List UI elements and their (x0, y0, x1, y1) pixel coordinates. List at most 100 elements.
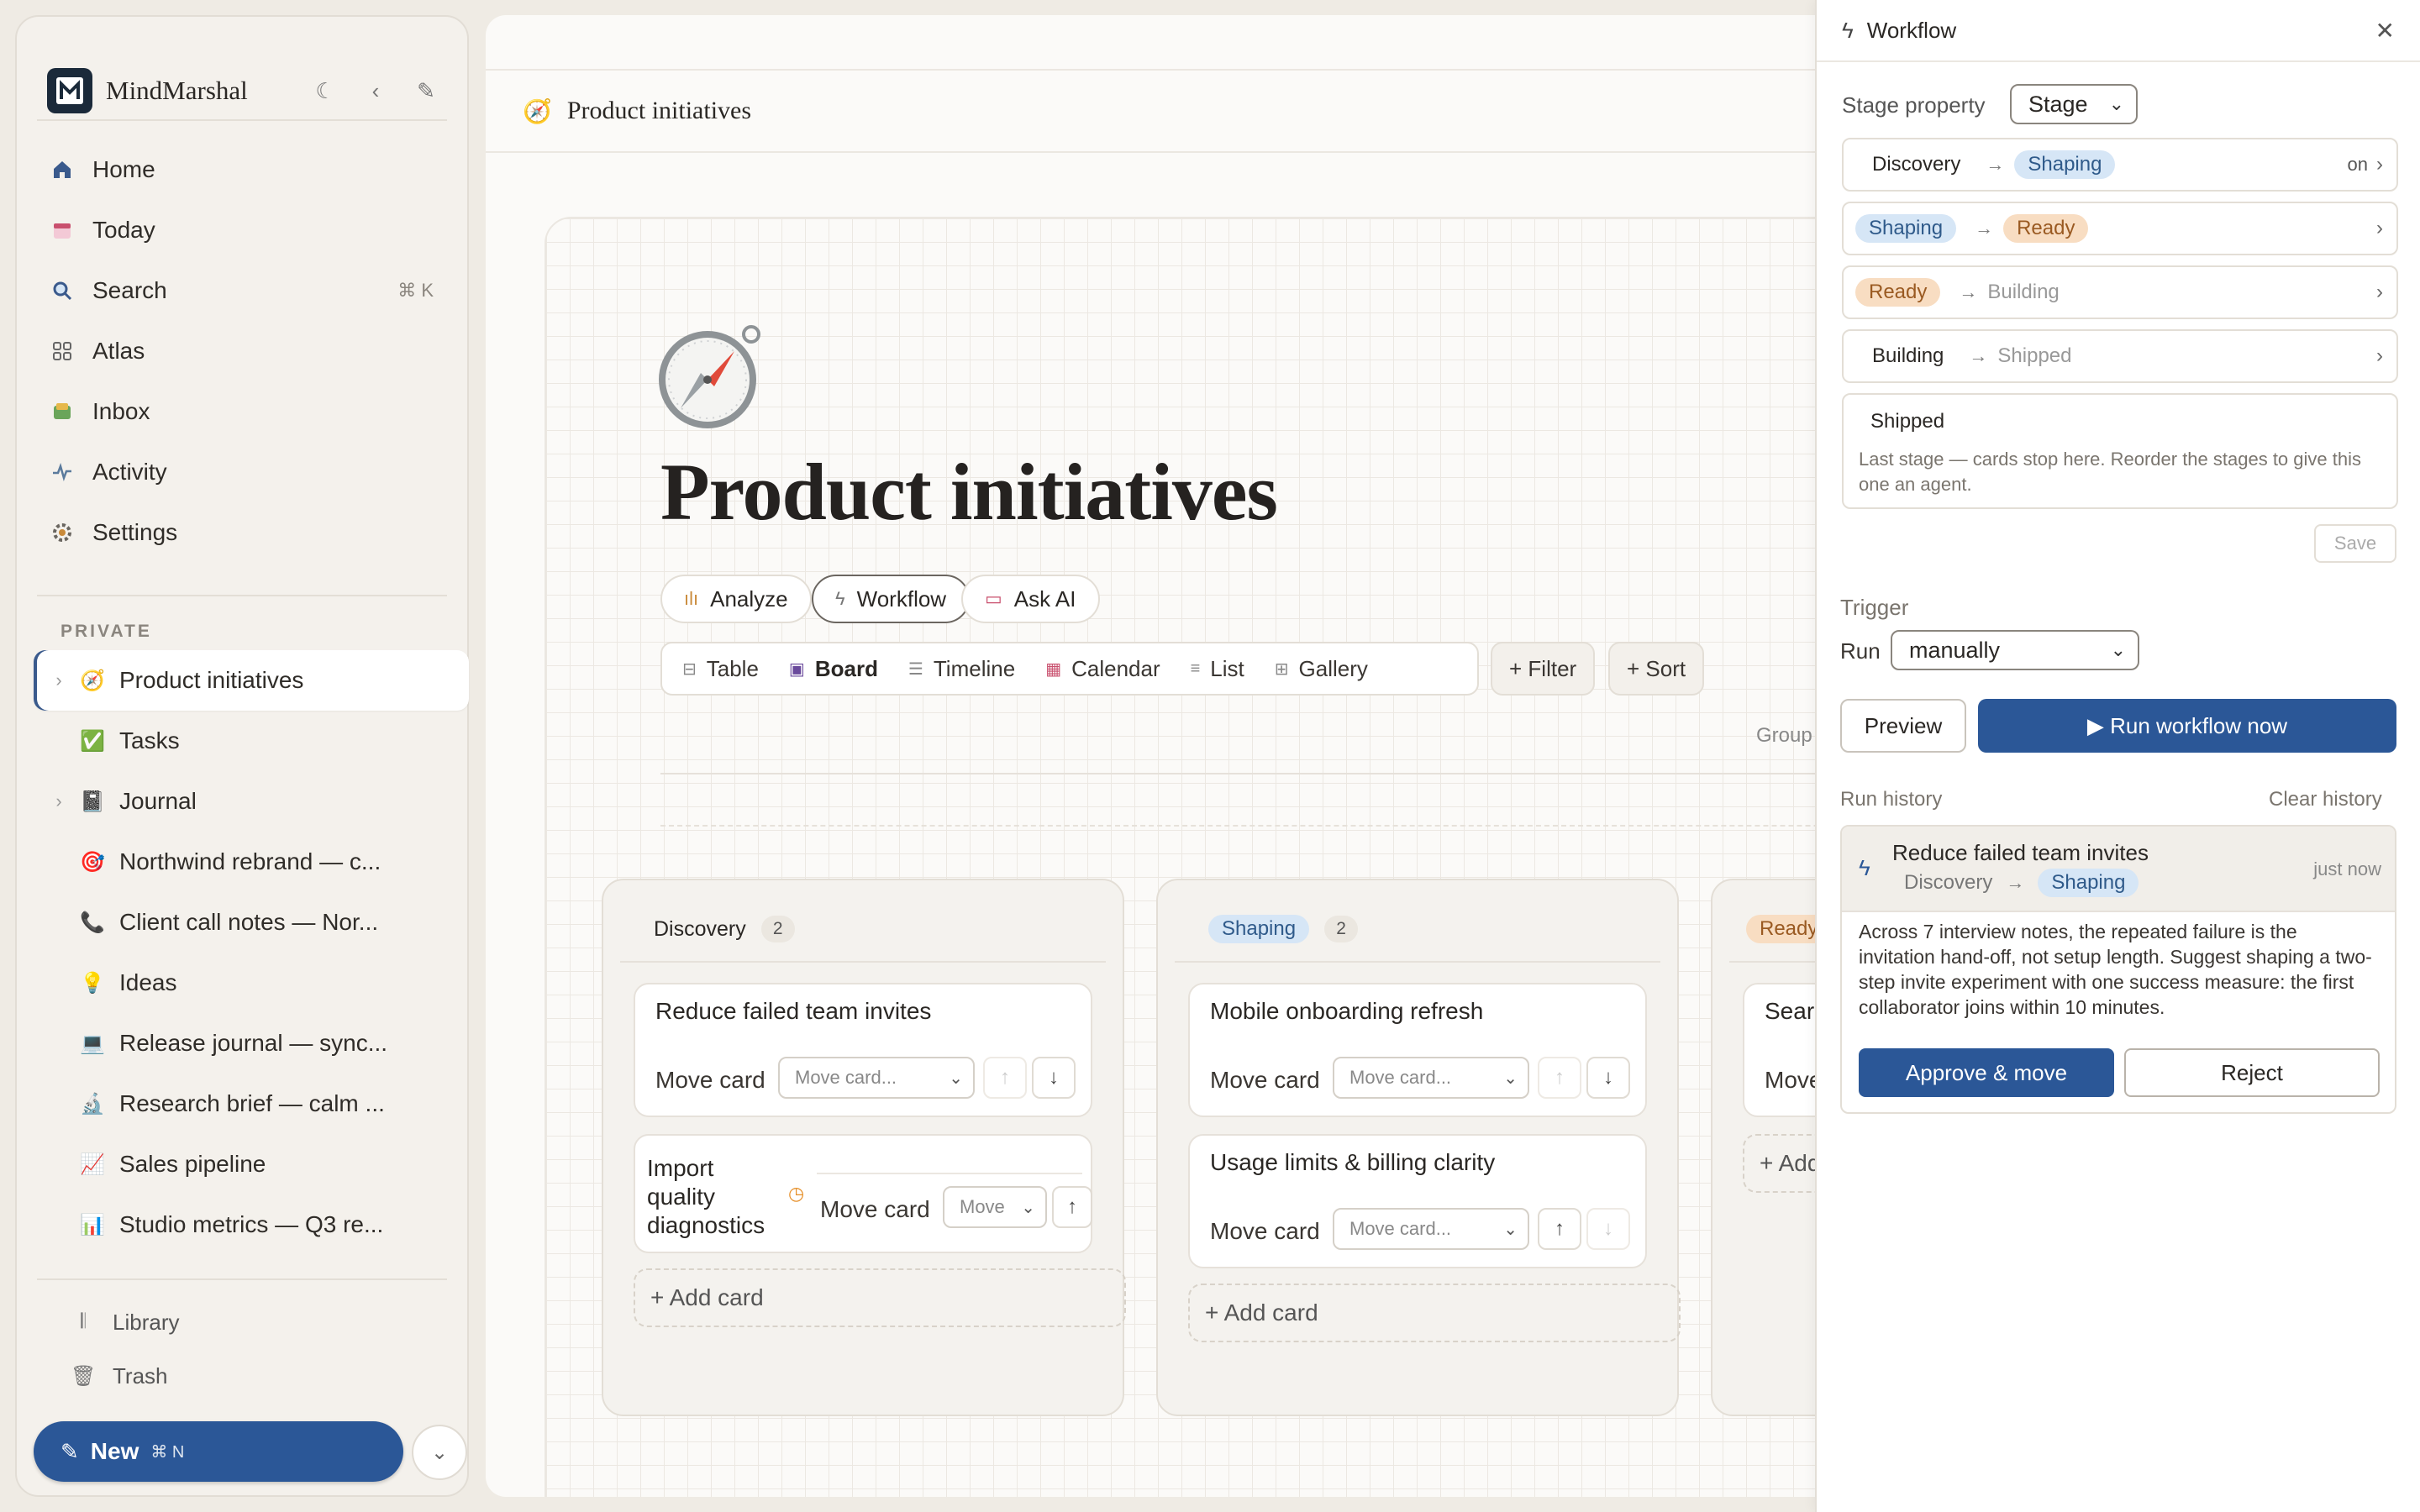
sort-button[interactable]: + Sort (1608, 642, 1705, 696)
page-item-journal[interactable]: › 📓 Journal (34, 771, 469, 832)
tab-calendar[interactable]: ▦ Calendar (1045, 656, 1160, 682)
run-workflow-button[interactable]: ▶ Run workflow now (1978, 699, 2396, 753)
collapse-sidebar-icon[interactable]: ‹ (365, 78, 387, 104)
move-card-select[interactable]: Move card... ⌄ (1333, 1208, 1529, 1250)
chevron-down-icon: ⌄ (2110, 639, 2126, 660)
chevron-right-icon[interactable]: › (45, 669, 72, 691)
card-title: Import quality diagnostics (647, 1155, 765, 1238)
nav-today[interactable]: Today (50, 205, 434, 255)
move-card-select[interactable]: Move card... ⌄ (778, 1057, 975, 1099)
breadcrumb-title[interactable]: Product initiatives (567, 97, 751, 125)
nav-trash[interactable]: 🗑 Trash (71, 1352, 168, 1399)
app-name: MindMarshal (106, 76, 248, 105)
page-item-studio-metrics[interactable]: 📊 Studio metrics — Q3 re... (34, 1194, 469, 1255)
chart-up-icon: 📈 (80, 1152, 105, 1176)
move-down-button[interactable]: ↓ (1586, 1057, 1630, 1099)
analyze-button[interactable]: ılı Analyze (660, 575, 812, 623)
move-card-label: Move card (1210, 1067, 1320, 1093)
nav-inbox[interactable]: Inbox (50, 386, 434, 437)
transition-row[interactable]: Ready → Building › (1842, 265, 2398, 319)
gallery-icon: ⊞ (1274, 659, 1289, 679)
transition-row[interactable]: Discovery → Shaping on › (1842, 138, 2398, 192)
move-down-button[interactable]: ↓ (1032, 1057, 1076, 1099)
page-item-research-brief[interactable]: 🔬 Research brief — calm ... (34, 1074, 469, 1134)
approve-move-button[interactable]: Approve & move (1859, 1048, 2114, 1097)
filter-button[interactable]: + Filter (1491, 642, 1596, 696)
history-entry-header: ϟ Reduce failed team invites Discovery →… (1842, 827, 2395, 912)
nav-search[interactable]: Search ⌘ K (50, 265, 434, 316)
column-title: Shaping (1208, 915, 1310, 943)
chat-icon: ▭ (985, 588, 1002, 609)
board-card[interactable]: Import quality diagnostics ◷ Move card M… (634, 1134, 1092, 1253)
page-item-release-journal[interactable]: 💻 Release journal — sync... (34, 1013, 469, 1074)
tab-table[interactable]: ⊟ Table (682, 656, 759, 682)
ask-ai-button[interactable]: ▭ Ask AI (961, 575, 1100, 623)
board-card[interactable]: Usage limits & billing clarity Move card… (1188, 1134, 1647, 1268)
compass-icon (659, 325, 760, 428)
move-up-button[interactable]: ↑ (1052, 1186, 1092, 1228)
add-card-button[interactable]: + Add card (1188, 1284, 1681, 1342)
move-up-button[interactable]: ↑ (1538, 1208, 1581, 1250)
page-item-client-call[interactable]: 📞 Client call notes — Nor... (34, 892, 469, 953)
microscope-icon: 🔬 (80, 1092, 105, 1116)
grid-icon (50, 339, 74, 363)
clock-icon: ◷ (788, 1183, 805, 1204)
tab-timeline[interactable]: ☰ Timeline (908, 656, 1015, 682)
timeline-icon: ☰ (908, 659, 923, 679)
new-button[interactable]: ✎ New ⌘ N (34, 1421, 403, 1482)
transition-row[interactable]: Building → Shipped › (1842, 329, 2398, 383)
clear-history-link[interactable]: Clear history (2269, 788, 2382, 811)
board-card[interactable]: Reduce failed team invites Move card Mov… (634, 983, 1092, 1117)
add-card-button[interactable]: + Add card (634, 1268, 1126, 1327)
tab-list[interactable]: ≡ List (1191, 656, 1244, 682)
move-up-button[interactable]: ↑ (983, 1057, 1027, 1099)
column-header: Discovery 2 (620, 897, 1106, 963)
preview-button[interactable]: Preview (1840, 699, 1966, 753)
chevron-down-icon[interactable]: ⌄ (412, 1425, 467, 1480)
notebook-icon: 📓 (80, 790, 105, 813)
workflow-button[interactable]: ϟ Workflow (812, 575, 971, 623)
tab-board[interactable]: ▣ Board (789, 656, 878, 682)
chevron-right-icon[interactable]: › (45, 790, 72, 812)
reject-button[interactable]: Reject (2124, 1048, 2380, 1097)
trigger-select[interactable]: manually ⌄ (1891, 630, 2139, 670)
page-label: Ideas (119, 969, 177, 995)
move-up-button[interactable]: ↑ (1538, 1057, 1581, 1099)
card-title: Usage limits & billing clarity (1210, 1149, 1496, 1175)
page-label: Release journal — sync... (119, 1030, 388, 1056)
arrow-up-icon: ↑ (1555, 1217, 1565, 1240)
calendar-icon: ▦ (1045, 659, 1062, 679)
stage-property-select[interactable]: Stage ⌄ (2010, 84, 2138, 124)
activity-icon (50, 460, 74, 484)
trash-icon: 🗑 (71, 1364, 97, 1388)
page-item-northwind[interactable]: 🎯 Northwind rebrand — c... (34, 832, 469, 892)
nav-home[interactable]: Home (50, 144, 434, 195)
close-icon[interactable]: ✕ (2375, 17, 2395, 45)
divider (817, 1173, 1082, 1174)
tab-gallery[interactable]: ⊞ Gallery (1275, 656, 1368, 682)
board-card[interactable]: Mobile onboarding refresh Move card Move… (1188, 983, 1647, 1117)
page-item-sales-pipeline[interactable]: 📈 Sales pipeline (34, 1134, 469, 1194)
nav-settings[interactable]: Settings (50, 507, 434, 558)
save-button[interactable]: Save (2314, 524, 2396, 563)
group-label[interactable]: Group (1756, 724, 1812, 748)
page-item-tasks[interactable]: ✅ Tasks (34, 711, 469, 771)
nav-library[interactable]: 𝄃 Library (71, 1299, 179, 1346)
arrow-right-icon: → (1986, 154, 2005, 175)
move-card-select[interactable]: Move ⌄ (943, 1186, 1047, 1228)
moon-icon[interactable]: ☾ (314, 78, 336, 104)
arrow-right-icon: → (2006, 872, 2025, 893)
calendar-icon (50, 218, 74, 242)
move-down-button[interactable]: ↓ (1586, 1208, 1630, 1250)
move-card-label: Move (1765, 1067, 1823, 1093)
edit-icon[interactable]: ✎ (415, 78, 437, 104)
move-card-select[interactable]: Move card... ⌄ (1333, 1057, 1529, 1099)
transition-from: Discovery (1872, 153, 1961, 176)
nav-activity[interactable]: Activity (50, 447, 434, 497)
transition-from: Building (1872, 344, 1944, 367)
transition-row[interactable]: Shaping → Ready › (1842, 202, 2398, 255)
app-logo (47, 68, 92, 113)
page-item-product-initiatives[interactable]: › 🧭 Product initiatives (34, 650, 469, 711)
nav-atlas[interactable]: Atlas (50, 326, 434, 376)
page-item-ideas[interactable]: 💡 Ideas (34, 953, 469, 1013)
